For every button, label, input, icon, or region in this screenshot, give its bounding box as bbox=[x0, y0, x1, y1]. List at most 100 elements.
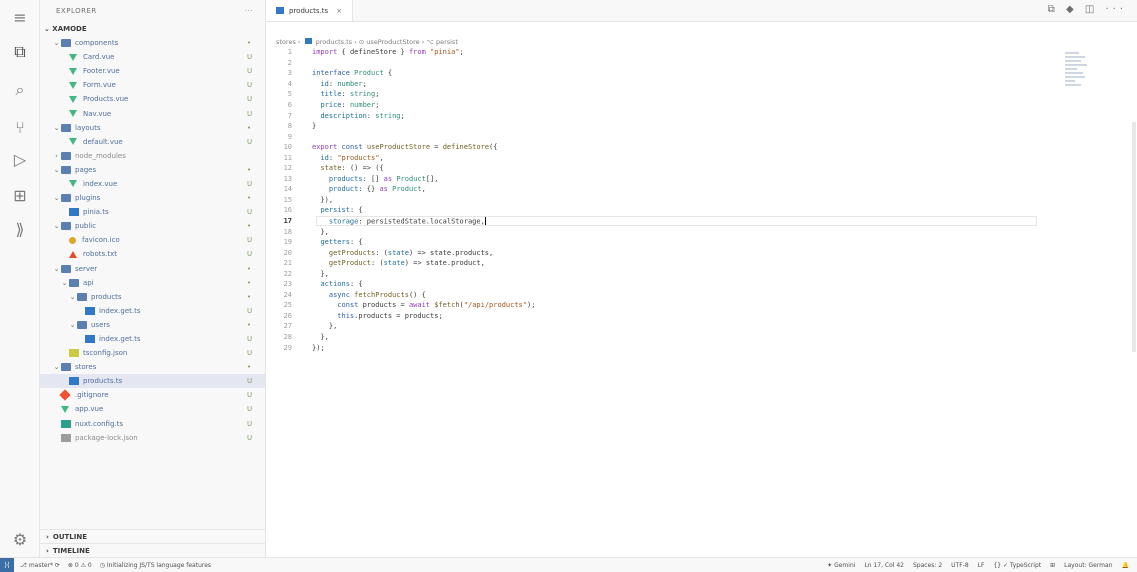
code-line[interactable]: 8} bbox=[266, 121, 1137, 132]
status-item[interactable]: ⊞ bbox=[1050, 562, 1055, 569]
git-branch[interactable]: ⎇ master* ⟳ bbox=[20, 562, 60, 569]
tree-item-label: default.vue bbox=[83, 137, 123, 146]
code-editor[interactable]: 1 import { defineStore } from "pinia"; 2 3 i… bbox=[266, 47, 1137, 353]
breadcrumb-folder[interactable]: stores › bbox=[276, 38, 301, 46]
status-item[interactable]: LF bbox=[978, 562, 985, 569]
status-item[interactable]: ✦ Gemini bbox=[827, 562, 855, 569]
code-line[interactable]: 29}); bbox=[266, 342, 1137, 353]
tree-file[interactable]: index.vue U bbox=[40, 177, 265, 191]
code-line[interactable]: 14 product: {} as Product, bbox=[266, 184, 1137, 195]
code-line[interactable]: 26 this.products = products; bbox=[266, 311, 1137, 322]
code-line[interactable]: 28 }, bbox=[266, 332, 1137, 343]
tree-folder[interactable]: ⌄ stores • bbox=[40, 360, 265, 374]
tree-file[interactable]: .gitignore U bbox=[40, 388, 265, 402]
code-line[interactable]: 12 state: () => ({ bbox=[266, 163, 1137, 174]
tree-folder[interactable]: › node_modules bbox=[40, 149, 265, 163]
tree-file[interactable]: tsconfig.json U bbox=[40, 346, 265, 360]
search-icon[interactable]: ⌕ bbox=[10, 80, 30, 100]
typescript-file-icon bbox=[276, 7, 284, 14]
code-line[interactable]: 16 persist: { bbox=[266, 205, 1137, 216]
code-line[interactable]: 19 getters: { bbox=[266, 237, 1137, 248]
code-text: } bbox=[312, 122, 317, 131]
explorer-more-button[interactable]: ··· bbox=[245, 7, 253, 15]
tree-file[interactable]: favicon.ico U bbox=[40, 233, 265, 247]
tree-file[interactable]: default.vue U bbox=[40, 135, 265, 149]
tree-folder[interactable]: ⌄ products • bbox=[40, 290, 265, 304]
code-line[interactable]: 24 async fetchProducts() { bbox=[266, 290, 1137, 301]
scrollbar-thumb[interactable] bbox=[1132, 122, 1136, 352]
tree-file[interactable]: package-lock.json U bbox=[40, 431, 265, 445]
tree-folder[interactable]: ⌄ pages • bbox=[40, 163, 265, 177]
code-line[interactable]: 25 const products = await $fetch("/api/p… bbox=[266, 300, 1137, 311]
tree-file[interactable]: robots.txt U bbox=[40, 247, 265, 261]
explorer-icon[interactable]: ⧉ bbox=[10, 42, 30, 62]
breadcrumb-path[interactable]: products.ts › ⊙ useProductStore › ⌥ pers… bbox=[316, 38, 458, 46]
run-debug-icon[interactable]: ▷ bbox=[10, 150, 30, 170]
problems-count[interactable]: ⊗ 0 ⚠ 0 bbox=[68, 562, 92, 569]
tree-folder[interactable]: ⌄ plugins • bbox=[40, 191, 265, 205]
status-item[interactable]: {} ✓ TypeScript bbox=[993, 562, 1041, 569]
code-line[interactable]: 1 import { defineStore } from "pinia"; bbox=[266, 47, 1137, 58]
code-line[interactable]: 7 description: string; bbox=[266, 110, 1137, 121]
code-line[interactable]: 21 getProduct: (state) => state.product, bbox=[266, 258, 1137, 269]
code-line[interactable]: 18 }, bbox=[266, 226, 1137, 237]
tree-folder[interactable]: ⌄ users • bbox=[40, 318, 265, 332]
folder-icon bbox=[61, 222, 71, 231]
tree-file[interactable]: index.get.ts U bbox=[40, 332, 265, 346]
remote-explorer-icon[interactable]: ⟫ bbox=[10, 220, 30, 240]
remote-indicator-icon[interactable]: ⟩⟨ bbox=[0, 557, 14, 572]
tree-folder[interactable]: ⌄ layouts • bbox=[40, 121, 265, 135]
status-item[interactable]: Ln 17, Col 42 bbox=[864, 562, 904, 569]
code-line[interactable]: 15 }), bbox=[266, 195, 1137, 206]
code-line[interactable]: 6 price: number; bbox=[266, 100, 1137, 111]
tree-file[interactable]: app.vue U bbox=[40, 402, 265, 416]
code-line[interactable]: 17 storage: persistedState.localStorage, bbox=[266, 215, 1137, 227]
code-line[interactable]: 3 interface Product { bbox=[266, 68, 1137, 79]
language-status[interactable]: ◷ Initializing JS/TS language features bbox=[100, 562, 211, 569]
tree-file[interactable]: nuxt.config.ts U bbox=[40, 417, 265, 431]
code-line[interactable]: 10 export const useProductStore = defineS… bbox=[266, 142, 1137, 153]
code-line[interactable]: 5 title: string; bbox=[266, 89, 1137, 100]
code-line[interactable]: 4 id: number; bbox=[266, 79, 1137, 90]
tree-folder[interactable]: ⌄ api • bbox=[40, 276, 265, 290]
tree-file[interactable]: Products.vue U bbox=[40, 92, 265, 106]
code-line[interactable]: 13 products: [] as Product[], bbox=[266, 174, 1137, 185]
close-tab-icon[interactable]: × bbox=[336, 7, 342, 15]
tree-folder[interactable]: ⌄ components • bbox=[40, 36, 265, 50]
tree-file[interactable]: products.ts U bbox=[40, 374, 265, 389]
project-root[interactable]: ⌄ XAMODE bbox=[40, 22, 265, 36]
menu-icon[interactable]: ≡ bbox=[10, 8, 30, 28]
minimap[interactable] bbox=[1065, 52, 1087, 92]
tree-folder[interactable]: ⌄ public • bbox=[40, 219, 265, 233]
tree-file[interactable]: Nav.vue U bbox=[40, 106, 265, 120]
tree-file[interactable]: Footer.vue U bbox=[40, 64, 265, 78]
code-line[interactable]: 27 }, bbox=[266, 321, 1137, 332]
breadcrumb[interactable]: stores › products.ts › ⊙ useProductStore… bbox=[276, 38, 458, 46]
vertical-scrollbar[interactable] bbox=[1129, 22, 1137, 557]
settings-gear-icon[interactable]: ⚙ bbox=[10, 530, 30, 550]
tree-file[interactable]: pinia.ts U bbox=[40, 205, 265, 219]
tree-file[interactable]: Card.vue U bbox=[40, 50, 265, 64]
code-line[interactable]: 20 getProducts: (state) => state.product… bbox=[266, 247, 1137, 258]
folder-icon bbox=[61, 194, 71, 203]
code-line[interactable]: 23 actions: { bbox=[266, 279, 1137, 290]
tab-products-ts[interactable]: products.ts × bbox=[266, 0, 354, 21]
outline-section[interactable]: › OUTLINE bbox=[40, 529, 266, 543]
code-line[interactable]: 11 id: "products", bbox=[266, 152, 1137, 163]
tree-file[interactable]: Form.vue U bbox=[40, 78, 265, 92]
status-item[interactable]: Spaces: 2 bbox=[913, 562, 942, 569]
source-control-icon[interactable]: ⑂ bbox=[10, 118, 30, 138]
extensions-icon[interactable]: ⊞ bbox=[10, 186, 30, 206]
status-item[interactable]: UTF-8 bbox=[951, 562, 969, 569]
git-status-badge: • bbox=[247, 123, 252, 132]
tree-file[interactable]: index.get.ts U bbox=[40, 304, 265, 318]
status-item[interactable]: Layout: German bbox=[1064, 562, 1112, 569]
timeline-section[interactable]: › TIMELINE bbox=[40, 543, 266, 557]
code-line[interactable]: 22 }, bbox=[266, 268, 1137, 279]
editor-actions[interactable]: ⧉ ◆ ◫ ··· bbox=[1048, 4, 1127, 15]
tree-folder[interactable]: ⌄ server • bbox=[40, 262, 265, 276]
git-status-badge: • bbox=[247, 39, 252, 48]
code-line[interactable]: 9 bbox=[266, 131, 1137, 142]
code-line[interactable]: 2 bbox=[266, 58, 1137, 69]
status-item[interactable]: 🔔 bbox=[1122, 562, 1129, 569]
